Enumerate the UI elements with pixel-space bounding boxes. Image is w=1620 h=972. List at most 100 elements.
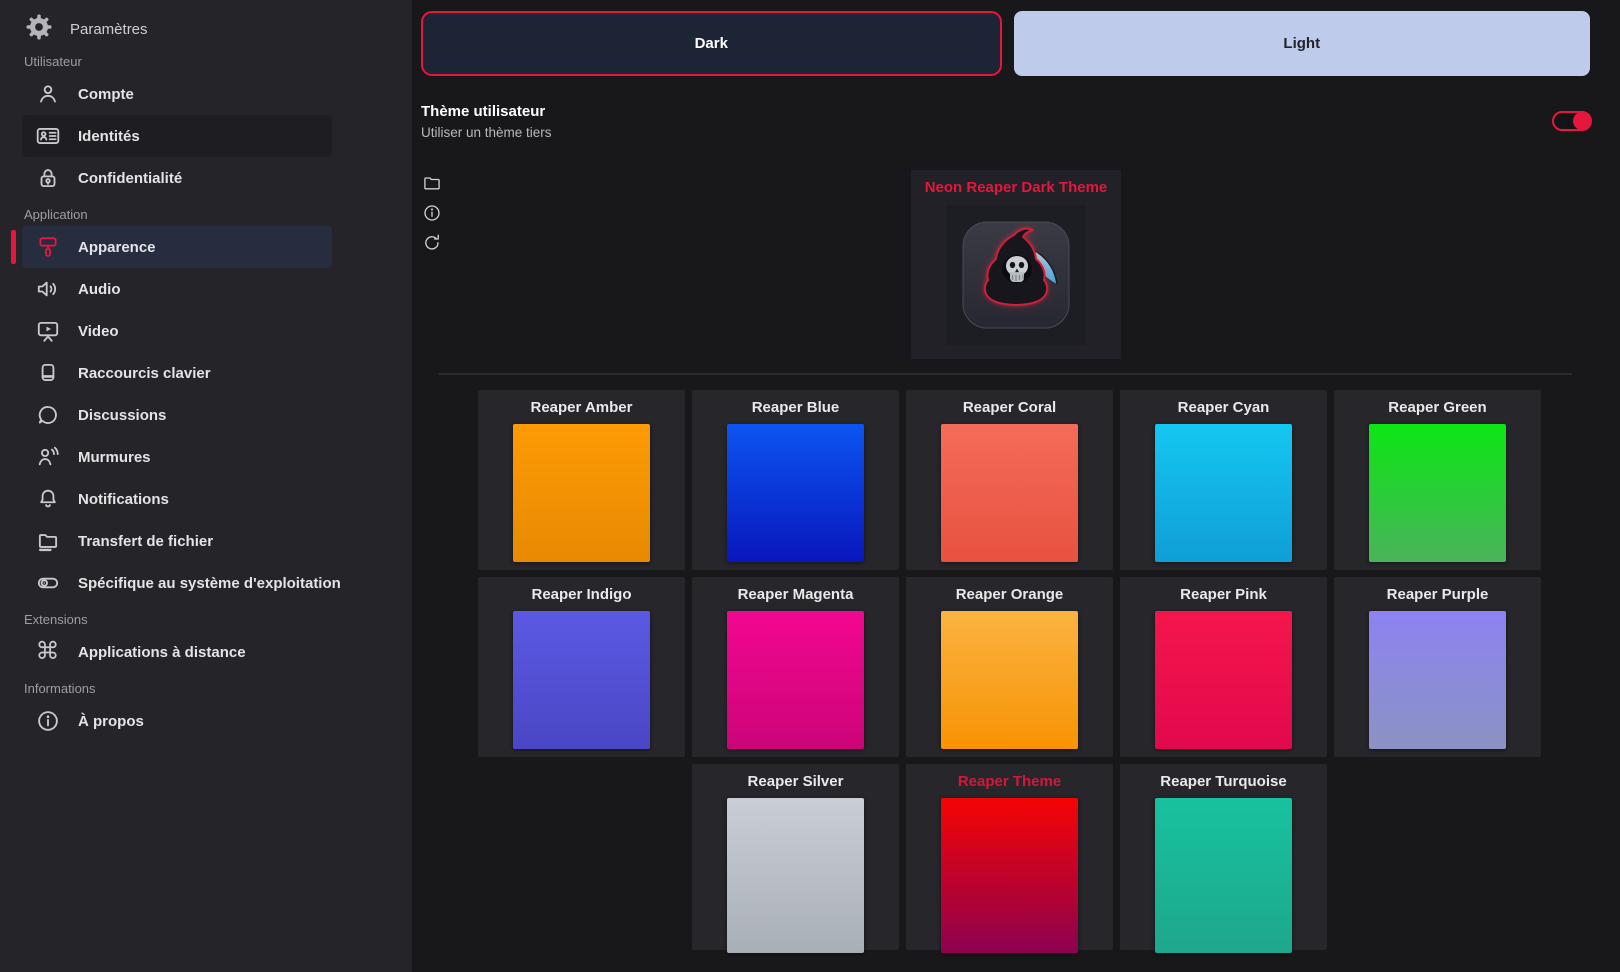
sidebar-item-identites[interactable]: Identités	[22, 115, 332, 157]
section-label-utilisateur: Utilisateur	[24, 54, 412, 69]
sidebar-item-label: Notifications	[78, 491, 169, 508]
section-label-extensions: Extensions	[24, 612, 412, 627]
user-theme-subtitle: Utiliser un thème tiers	[421, 125, 552, 140]
theme-swatch	[941, 424, 1078, 562]
user-theme-toggle[interactable]	[1552, 111, 1592, 131]
sidebar-item-notifications[interactable]: Notifications	[22, 478, 332, 520]
sidebar-item-label: Confidentialité	[78, 170, 182, 187]
theme-card-reaper-cyan[interactable]: Reaper Cyan	[1120, 390, 1327, 570]
sidebar-header: Paramètres	[0, 0, 412, 46]
theme-card-reaper-magenta[interactable]: Reaper Magenta	[692, 577, 899, 757]
info-icon[interactable]	[421, 202, 443, 224]
section-label-informations: Informations	[24, 681, 412, 696]
paint-roller-icon	[34, 234, 61, 261]
theme-card-title: Reaper Silver	[692, 773, 899, 790]
theme-swatch	[727, 424, 864, 562]
sidebar-item-label: Apparence	[78, 239, 156, 256]
active-accent-bar	[11, 230, 16, 264]
folder-icon[interactable]	[421, 172, 443, 194]
sidebar-item-label: Raccourcis clavier	[78, 365, 211, 382]
theme-swatch	[513, 611, 650, 749]
folder-transfer-icon	[34, 528, 61, 555]
theme-swatch	[1155, 611, 1292, 749]
theme-card-reaper-orange[interactable]: Reaper Orange	[906, 577, 1113, 757]
theme-swatch	[941, 798, 1078, 953]
sidebar-item-label: Spécifique au système d'exploitation	[78, 575, 341, 592]
sidebar-item-video[interactable]: Video	[22, 310, 332, 352]
theme-card-reaper-silver[interactable]: Reaper Silver	[692, 764, 899, 950]
theme-card-reaper-turquoise[interactable]: Reaper Turquoise	[1120, 764, 1327, 950]
appearance-settings-panel: Dark Light Thème utilisateur Utiliser un…	[412, 0, 1620, 972]
theme-card-reaper-green[interactable]: Reaper Green	[1334, 390, 1541, 570]
theme-grid: Reaper Amber Reaper Blue Reaper Coral Re…	[478, 390, 1620, 950]
theme-card-title: Reaper Purple	[1334, 586, 1541, 603]
sidebar-item-label: Transfert de fichier	[78, 533, 213, 550]
theme-card-title: Reaper Coral	[906, 399, 1113, 416]
section-label-application: Application	[24, 207, 412, 222]
sidebar-item-discussions[interactable]: Discussions	[22, 394, 332, 436]
sidebar-item-label: Video	[78, 323, 119, 340]
theme-mode-selector: Dark Light	[412, 0, 1620, 76]
settings-sidebar: Paramètres Utilisateur Compte Identités	[0, 0, 412, 972]
featured-theme-name: Neon Reaper Dark Theme	[911, 179, 1121, 196]
theme-card-title: Reaper Green	[1334, 399, 1541, 416]
sidebar-item-audio[interactable]: Audio	[22, 268, 332, 310]
chat-bubble-icon	[34, 402, 61, 429]
theme-card-title: Reaper Theme	[906, 773, 1113, 790]
user-icon	[34, 81, 61, 108]
sidebar-item-a-propos[interactable]: À propos	[22, 700, 332, 742]
theme-swatch	[1155, 798, 1292, 953]
keyboard-key-icon	[34, 360, 61, 387]
info-icon	[34, 708, 61, 735]
theme-card-reaper-amber[interactable]: Reaper Amber	[478, 390, 685, 570]
dark-theme-button[interactable]: Dark	[421, 11, 1002, 76]
theme-card-reaper-purple[interactable]: Reaper Purple	[1334, 577, 1541, 757]
theme-swatch	[513, 424, 650, 562]
theme-swatch	[1369, 424, 1506, 562]
featured-theme-card[interactable]: Neon Reaper Dark Theme	[911, 170, 1121, 359]
theme-card-title: Reaper Indigo	[478, 586, 685, 603]
toggle-icon	[34, 570, 61, 597]
sidebar-item-label: Applications à distance	[78, 644, 246, 661]
theme-card-reaper-theme[interactable]: Reaper Theme	[906, 764, 1113, 950]
sidebar-item-applications-a-distance[interactable]: ⌘ Applications à distance	[22, 631, 332, 673]
video-screen-icon	[34, 318, 61, 345]
theme-card-title: Reaper Pink	[1120, 586, 1327, 603]
theme-card-reaper-indigo[interactable]: Reaper Indigo	[478, 577, 685, 757]
theme-swatch	[727, 798, 864, 953]
theme-card-title: Reaper Magenta	[692, 586, 899, 603]
sidebar-item-label: Discussions	[78, 407, 166, 424]
sidebar-item-murmures[interactable]: Murmures	[22, 436, 332, 478]
toggle-knob	[1573, 112, 1591, 130]
theme-card-reaper-pink[interactable]: Reaper Pink	[1120, 577, 1327, 757]
sidebar-item-label: À propos	[78, 713, 144, 730]
sidebar-item-raccourcis-clavier[interactable]: Raccourcis clavier	[22, 352, 332, 394]
sidebar-item-apparence[interactable]: Apparence	[22, 226, 332, 268]
sidebar-item-label: Audio	[78, 281, 121, 298]
sidebar-item-label: Compte	[78, 86, 134, 103]
sidebar-item-label: Identités	[78, 128, 140, 145]
theme-card-title: Reaper Amber	[478, 399, 685, 416]
whisper-icon	[34, 444, 61, 471]
speaker-icon	[34, 276, 61, 303]
refresh-icon[interactable]	[421, 232, 443, 254]
theme-swatch	[941, 611, 1078, 749]
theme-swatch	[1369, 611, 1506, 749]
id-card-icon	[34, 123, 61, 150]
theme-swatch	[1155, 424, 1292, 562]
sidebar-item-transfert-de-fichier[interactable]: Transfert de fichier	[22, 520, 332, 562]
theme-card-reaper-coral[interactable]: Reaper Coral	[906, 390, 1113, 570]
sidebar-item-specifique-os[interactable]: Spécifique au système d'exploitation	[22, 562, 332, 604]
sidebar-item-compte[interactable]: Compte	[22, 73, 332, 115]
page-title: Paramètres	[70, 21, 148, 38]
theme-card-title: Reaper Blue	[692, 399, 899, 416]
featured-theme-row: Neon Reaper Dark Theme	[412, 170, 1620, 359]
theme-card-title: Reaper Cyan	[1120, 399, 1327, 416]
section-divider	[439, 373, 1572, 375]
sidebar-item-confidentialite[interactable]: Confidentialité	[22, 157, 332, 199]
theme-swatch	[727, 611, 864, 749]
theme-card-reaper-blue[interactable]: Reaper Blue	[692, 390, 899, 570]
theme-card-title: Reaper Orange	[906, 586, 1113, 603]
lock-icon	[34, 165, 61, 192]
light-theme-button[interactable]: Light	[1014, 11, 1591, 76]
